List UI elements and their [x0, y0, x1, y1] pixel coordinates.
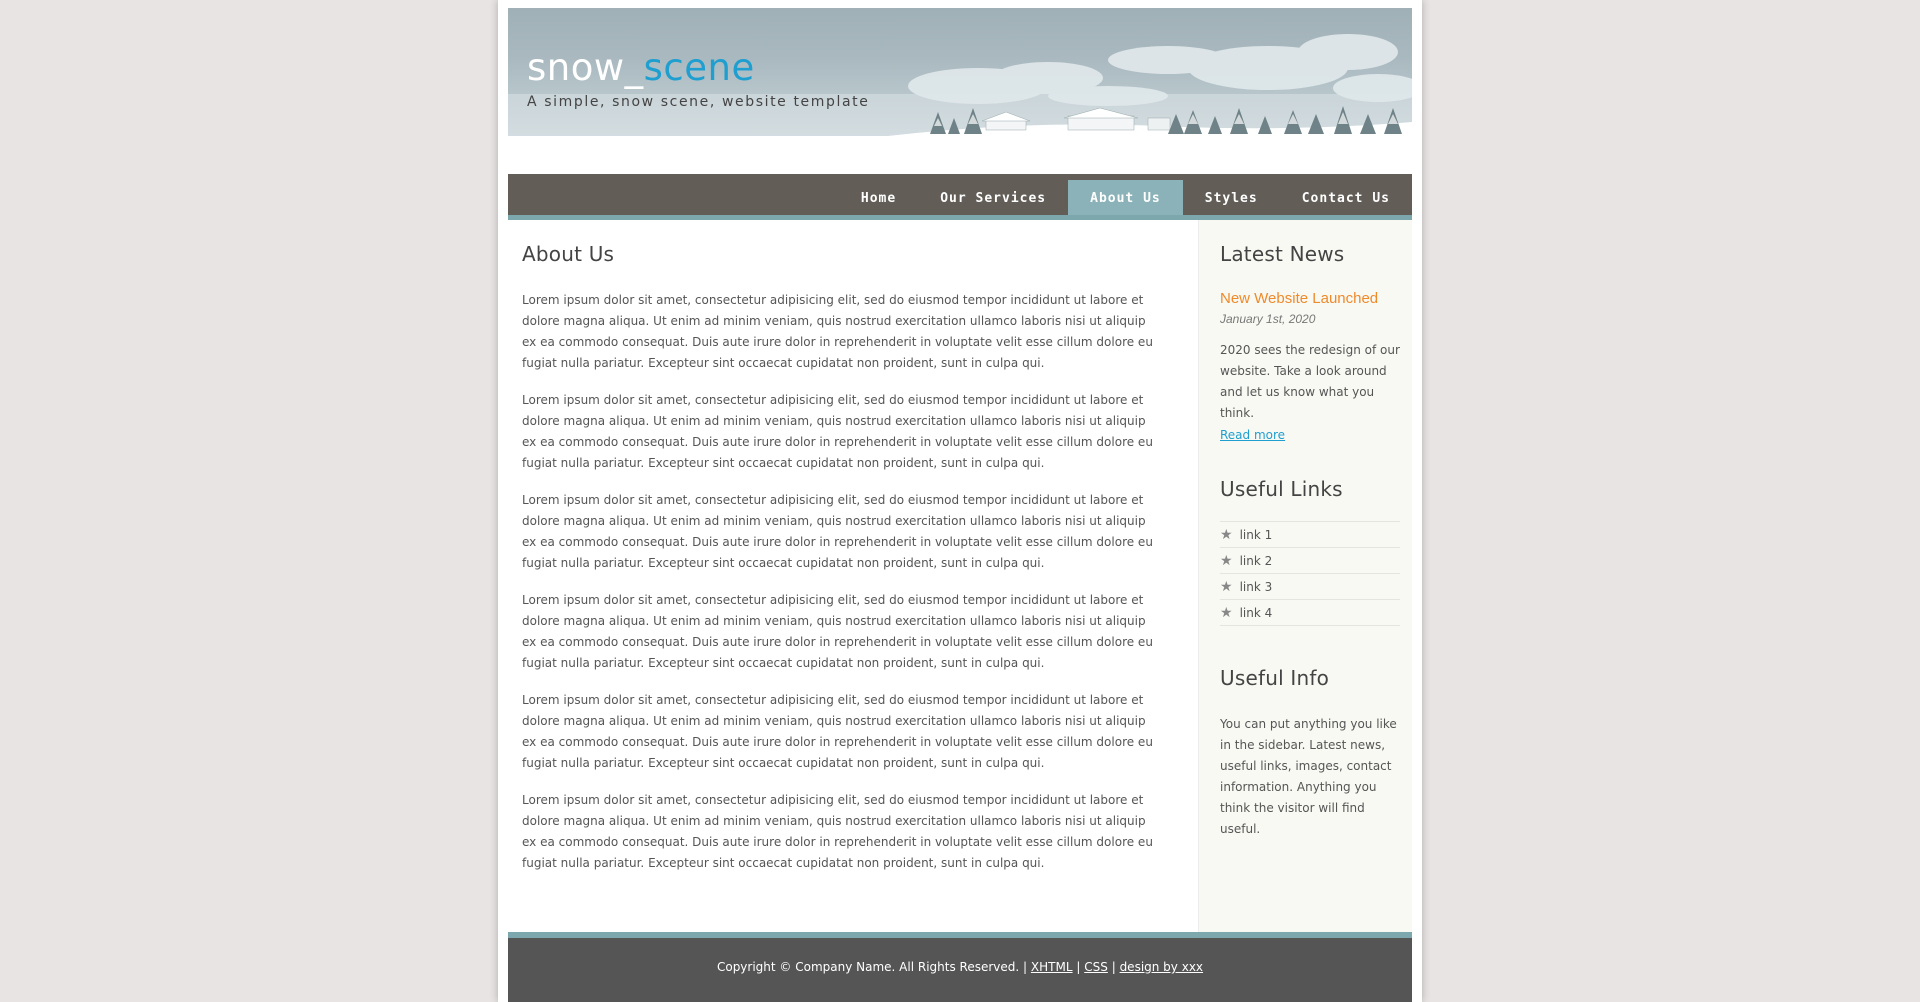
- useful-info-section: Useful Info You can put anything you lik…: [1220, 666, 1400, 840]
- useful-link-label: link 2: [1239, 554, 1273, 568]
- content-paragraph: Lorem ipsum dolor sit amet, consectetur …: [522, 793, 1153, 870]
- star-icon: ★: [1220, 605, 1233, 621]
- content-paragraph: Lorem ipsum dolor sit amet, consectetur …: [522, 493, 1153, 570]
- menu-item-styles[interactable]: Styles: [1183, 180, 1280, 215]
- read-more-link[interactable]: Read more: [1220, 428, 1285, 442]
- page-title: About Us: [522, 242, 615, 266]
- useful-link-label: link 4: [1239, 606, 1273, 620]
- main-menu-bar: Home Our Services About Us Styles Contac…: [508, 174, 1412, 220]
- content-paragraph: Lorem ipsum dolor sit amet, consectetur …: [522, 393, 1153, 470]
- useful-links-list: ★ link 1 ★ link 2 ★ link 3 ★ link 4: [1220, 521, 1400, 626]
- logo-main-text: snow_: [527, 46, 644, 89]
- menu-item-our-services[interactable]: Our Services: [918, 180, 1068, 215]
- footer-separator: |: [1023, 960, 1028, 974]
- footer: Copyright © Company Name. All Rights Res…: [508, 932, 1412, 1002]
- footer-separator: |: [1076, 960, 1081, 974]
- footer-link-xhtml[interactable]: XHTML: [1031, 960, 1073, 974]
- menu-item-home[interactable]: Home: [839, 180, 918, 215]
- star-icon: ★: [1220, 527, 1233, 543]
- useful-info-text: You can put anything you like in the sid…: [1220, 717, 1397, 836]
- site-slogan: A simple, snow scene, website template: [527, 94, 870, 110]
- star-icon: ★: [1220, 579, 1233, 595]
- content-paragraph: Lorem ipsum dolor sit amet, consectetur …: [522, 693, 1153, 770]
- page-wrapper: snow_scene A simple, snow scene, website…: [498, 0, 1422, 1002]
- footer-separator: |: [1111, 960, 1116, 974]
- content-paragraph: Lorem ipsum dolor sit amet, consectetur …: [522, 593, 1153, 670]
- header-banner: snow_scene A simple, snow scene, website…: [508, 8, 1412, 136]
- logo-accent-text: scene: [643, 46, 755, 89]
- menu-item-contact-us[interactable]: Contact Us: [1280, 180, 1412, 215]
- useful-info-heading: Useful Info: [1220, 666, 1330, 690]
- news-item-title: New Website Launched: [1220, 290, 1379, 307]
- useful-link-item[interactable]: ★ link 1: [1220, 522, 1400, 548]
- star-icon: ★: [1220, 553, 1233, 569]
- main-content: About Us Lorem ipsum dolor sit amet, con…: [522, 242, 1162, 890]
- useful-links-section: Useful Links ★ link 1 ★ link 2 ★ link 3 ★ li…: [1220, 477, 1400, 626]
- useful-link-label: link 1: [1239, 528, 1273, 542]
- menu-item-about-us[interactable]: About Us: [1068, 180, 1183, 215]
- content-paragraph: Lorem ipsum dolor sit amet, consectetur …: [522, 293, 1153, 370]
- latest-news-heading: Latest News: [1220, 242, 1345, 266]
- footer-link-css[interactable]: CSS: [1084, 960, 1108, 974]
- site-logo[interactable]: snow_scene: [527, 46, 755, 89]
- sidebar: Latest News New Website Launched January…: [1220, 242, 1400, 862]
- main-menu: Home Our Services About Us Styles Contac…: [839, 180, 1412, 215]
- useful-link-item[interactable]: ★ link 4: [1220, 600, 1400, 626]
- useful-links-heading: Useful Links: [1220, 477, 1343, 501]
- latest-news-section: Latest News New Website Launched January…: [1220, 242, 1400, 443]
- useful-link-item[interactable]: ★ link 3: [1220, 574, 1400, 600]
- footer-link-design[interactable]: design by xxx: [1120, 960, 1203, 974]
- footer-copyright: Copyright © Company Name. All Rights Res…: [716, 960, 1020, 974]
- news-item-text: 2020 sees the redesign of our website. T…: [1220, 343, 1400, 420]
- useful-link-item[interactable]: ★ link 2: [1220, 548, 1400, 574]
- news-item-date: January 1st, 2020: [1220, 312, 1316, 326]
- useful-link-label: link 3: [1239, 580, 1273, 594]
